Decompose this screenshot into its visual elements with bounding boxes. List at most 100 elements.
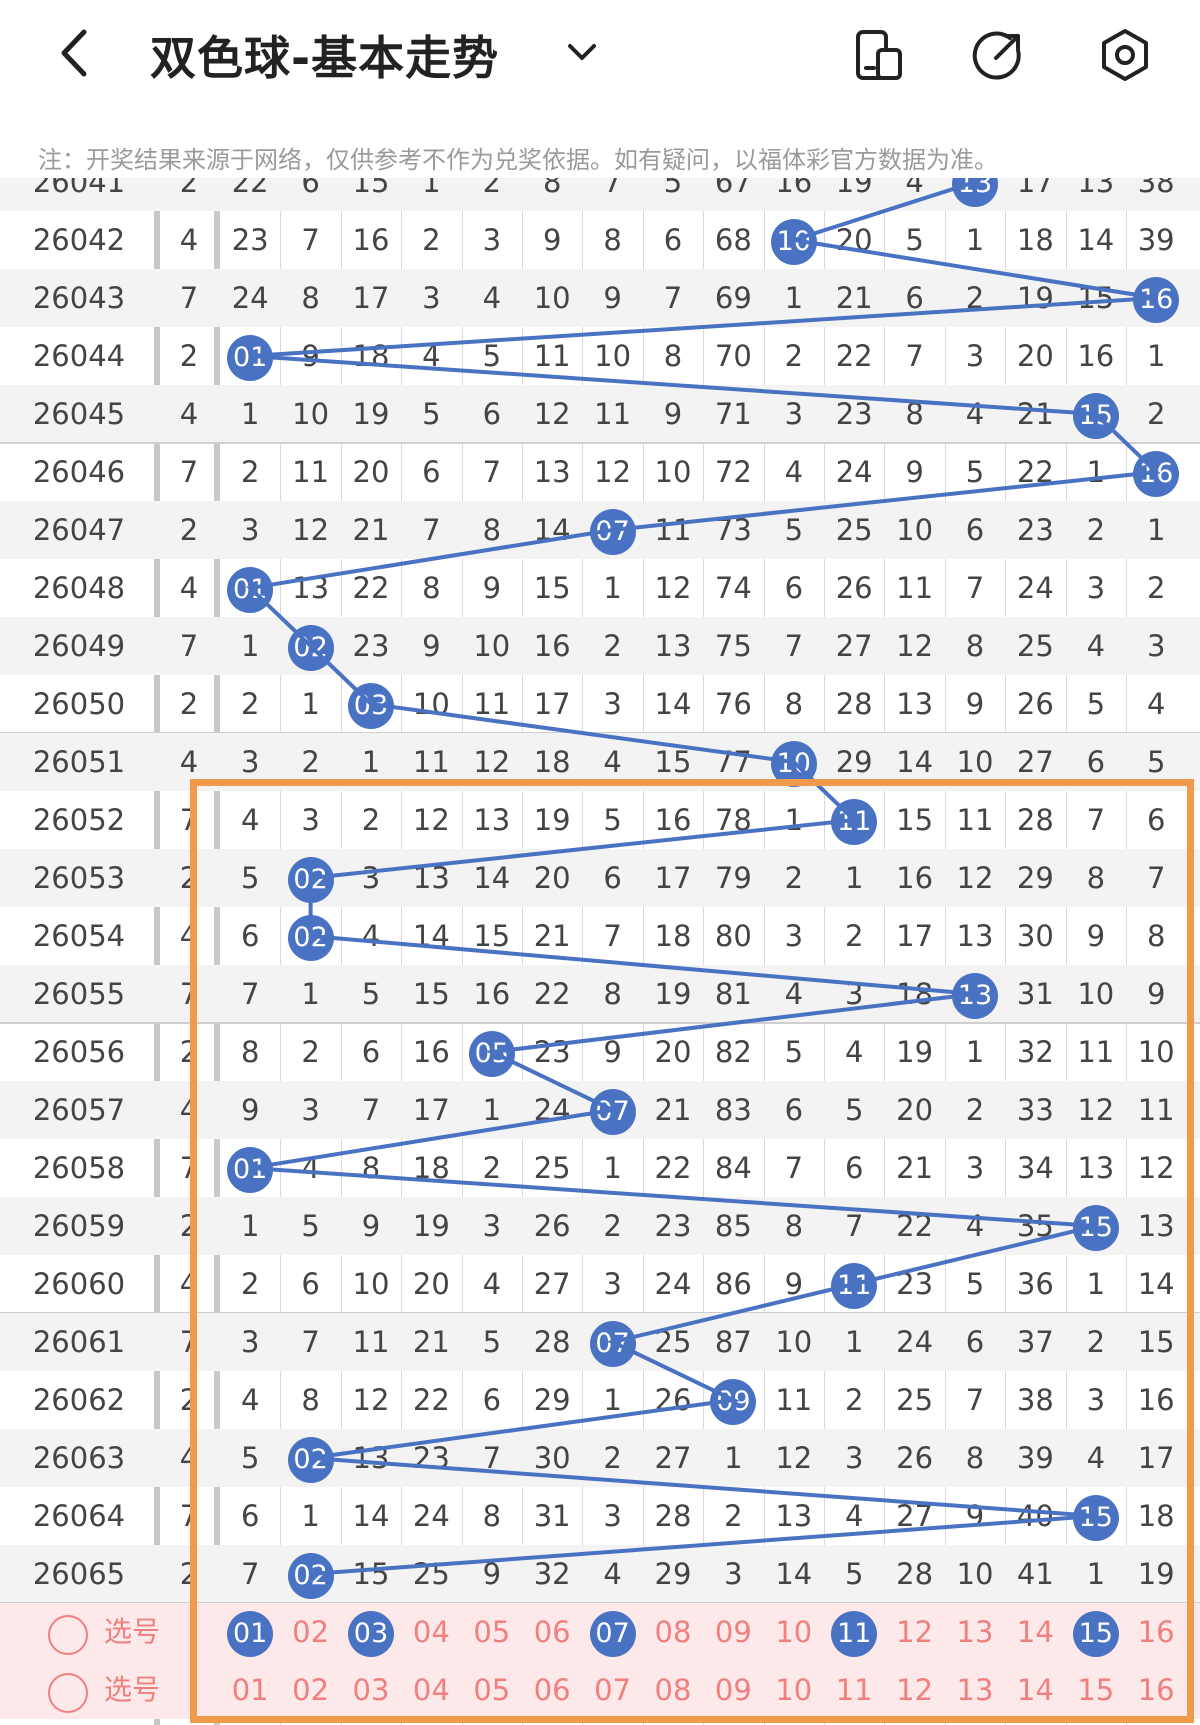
- omission-cell: 67: [714, 178, 752, 199]
- omission-cell: 1: [422, 178, 441, 199]
- draw-period: 26046: [32, 455, 126, 489]
- draw-period: 26058: [32, 1151, 126, 1185]
- pick-label[interactable]: 选号: [104, 1661, 160, 1719]
- omission-cell: 21: [835, 281, 873, 315]
- omission-cell: 76: [714, 687, 752, 721]
- ball-marker: 02: [287, 625, 334, 671]
- omission-cell: 70: [714, 339, 752, 373]
- omission-cell: 6: [784, 571, 804, 605]
- omission-cell: 26: [835, 571, 873, 605]
- omission-cell: 4: [482, 281, 502, 315]
- omission-cell: 19: [1016, 281, 1054, 315]
- winning-ball: 16: [1126, 269, 1186, 327]
- chevron-down-icon[interactable]: [562, 34, 602, 70]
- omission-cell: 8: [965, 629, 985, 663]
- omission-cell: 1: [1146, 513, 1166, 547]
- omission-cell: 10: [654, 455, 692, 489]
- omission-cell: 13: [292, 571, 330, 605]
- draw-period: 26045: [32, 397, 126, 431]
- winning-ball: 13: [945, 178, 1005, 211]
- omission-cell: 7: [965, 571, 985, 605]
- draw-period: 26060: [32, 1267, 126, 1301]
- omission-cell: 2: [482, 178, 502, 199]
- omission-cell: 2: [240, 687, 260, 721]
- omission-cell: 73: [714, 513, 752, 547]
- omission-cell: 5: [482, 339, 502, 373]
- ball-marker: 03: [347, 683, 394, 729]
- omission-cell: 13: [896, 687, 934, 721]
- omission-cell: 1: [1086, 455, 1106, 489]
- omission-cell: 6: [965, 513, 985, 547]
- omission-cell: 2: [422, 223, 441, 257]
- omission-cell: 8: [784, 687, 804, 721]
- pick-label[interactable]: 选号: [104, 1603, 160, 1661]
- sum-tail-cell: 2: [179, 339, 199, 373]
- omission-cell: 24: [1016, 571, 1054, 605]
- omission-cell: 74: [714, 571, 752, 605]
- share-icon[interactable]: [970, 26, 1028, 84]
- omission-cell: 1: [240, 397, 260, 431]
- phone-portrait-icon[interactable]: [850, 26, 908, 84]
- omission-cell: 17: [352, 281, 390, 315]
- omission-cell: 9: [542, 223, 562, 257]
- omission-cell: 38: [1137, 178, 1175, 199]
- omission-cell: 75: [714, 629, 752, 663]
- omission-cell: 25: [835, 513, 873, 547]
- ball-marker: 10: [770, 219, 817, 265]
- draw-period: 26044: [32, 339, 126, 373]
- draw-row: 26047 2 3 12 21 7 8 14 07 11 73 5 25 10 6 23 2 1: [0, 501, 1200, 559]
- draw-period: 26051: [32, 745, 126, 779]
- omission-cell: 4: [965, 397, 985, 431]
- omission-cell: 14: [533, 513, 571, 547]
- sum-tail-cell: 7: [179, 455, 199, 489]
- omission-cell: 19: [835, 178, 873, 199]
- draw-period: 26049: [32, 629, 126, 663]
- draw-row: 26041 2 22 6 15 1 2 8 7 5 67 16 19 4 13 17 13 38: [0, 178, 1200, 211]
- back-arrow-icon[interactable]: [52, 26, 102, 80]
- omission-cell: 13: [1077, 178, 1115, 199]
- omission-cell: 3: [784, 397, 804, 431]
- omission-cell: 28: [835, 687, 873, 721]
- ball-marker: 01: [227, 335, 274, 381]
- draw-period: 26042: [32, 223, 126, 257]
- omission-cell: 2: [965, 281, 985, 315]
- omission-cell: 8: [905, 397, 924, 431]
- omission-cell: 4: [1086, 629, 1106, 663]
- omission-cell: 5: [905, 223, 924, 257]
- omission-cell: 4: [905, 178, 924, 199]
- omission-cell: 9: [422, 629, 441, 663]
- omission-cell: 4: [422, 339, 441, 373]
- omission-cell: 68: [714, 223, 752, 257]
- omission-cell: 7: [905, 339, 924, 373]
- omission-cell: 8: [542, 178, 562, 199]
- omission-cell: 23: [231, 223, 269, 257]
- omission-cell: 5: [784, 513, 804, 547]
- omission-cell: 1: [240, 629, 260, 663]
- page-title[interactable]: 双色球-基本走势: [150, 22, 499, 88]
- draw-period: 26050: [32, 687, 126, 721]
- omission-cell: 71: [714, 397, 752, 431]
- omission-cell: 2: [1146, 397, 1166, 431]
- omission-cell: 8: [663, 339, 683, 373]
- omission-cell: 11: [594, 397, 632, 431]
- draw-period: 26064: [32, 1499, 126, 1533]
- pick-radio[interactable]: [48, 1673, 88, 1713]
- omission-cell: 1: [784, 281, 804, 315]
- omission-cell: 21: [352, 513, 390, 547]
- omission-cell: 6: [482, 397, 502, 431]
- omission-cell: 4: [1146, 687, 1166, 721]
- draw-period: 26053: [32, 861, 126, 895]
- omission-cell: 16: [533, 629, 571, 663]
- omission-cell: 5: [1086, 687, 1106, 721]
- omission-cell: 15: [352, 178, 390, 199]
- omission-cell: 10: [473, 629, 511, 663]
- omission-cell: 12: [896, 629, 934, 663]
- draw-period: 26054: [32, 919, 126, 953]
- omission-cell: 27: [835, 629, 873, 663]
- omission-cell: 22: [231, 178, 269, 199]
- settings-hexagon-icon[interactable]: [1096, 26, 1154, 84]
- pick-radio[interactable]: [48, 1615, 88, 1655]
- sum-tail-cell: 2: [179, 178, 199, 199]
- omission-cell: 9: [482, 571, 502, 605]
- omission-cell: 15: [533, 571, 571, 605]
